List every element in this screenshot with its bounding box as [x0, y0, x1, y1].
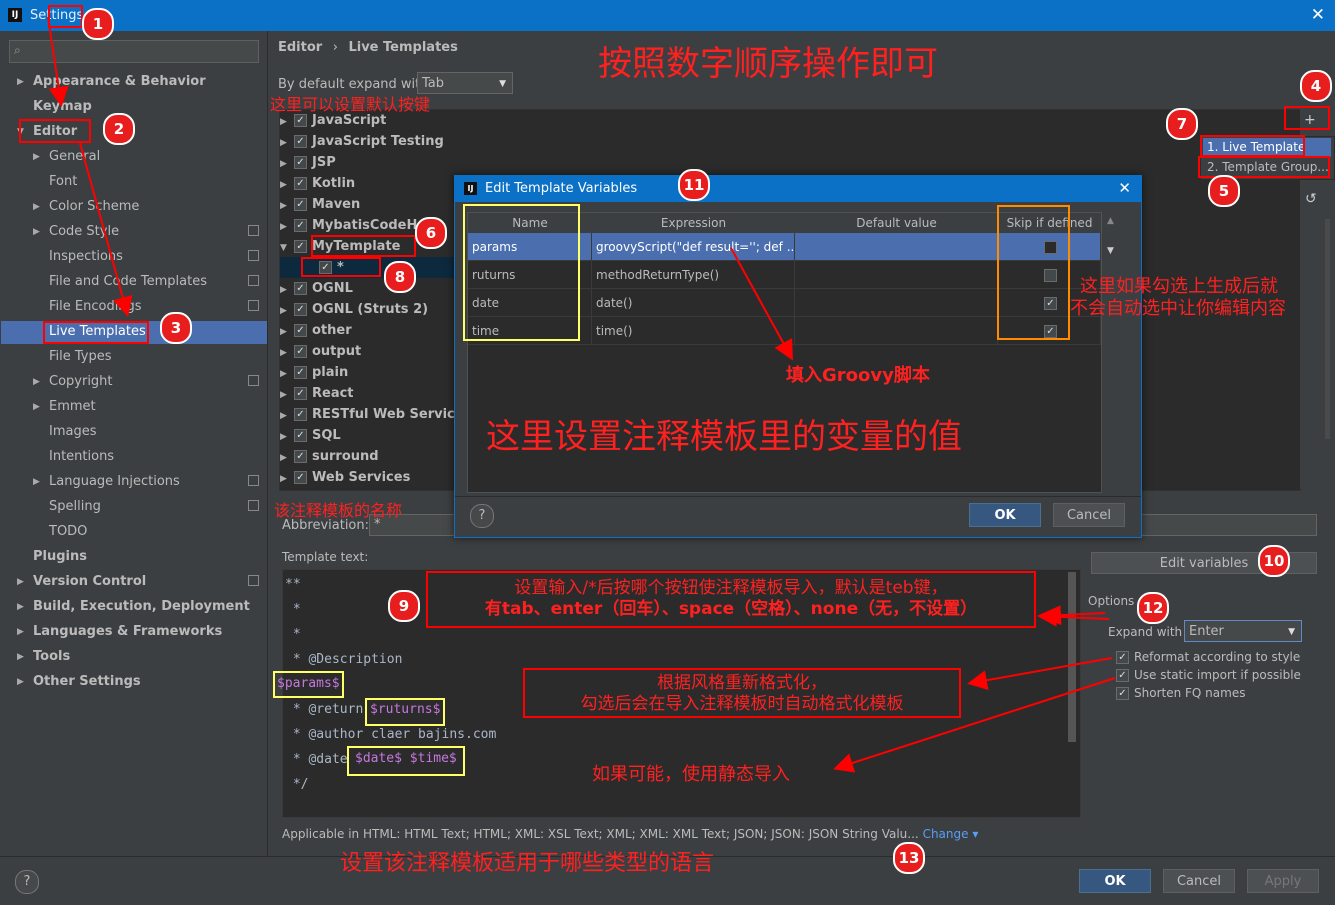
- reformat-callout: 根据风格重新格式化， 勾选后会在导入注释模板时自动格式化模板: [523, 668, 961, 718]
- step-badge-9: 9: [388, 590, 420, 622]
- default-key-annotation: 这里可以设置默认按键: [270, 95, 431, 114]
- step-badge-5: 5: [1208, 175, 1240, 207]
- arrow-expand: [1041, 605, 1106, 626]
- highlight-skip-column: [997, 205, 1070, 340]
- step-badge-2: 2: [103, 113, 135, 145]
- skip-annotation-2: 不会自动选中让你编辑内容: [1070, 298, 1286, 319]
- step-badge-1: 1: [82, 8, 114, 40]
- expand-callout-line-2: 有tab、enter（回车）、space（空格）、none（无，不设置）: [484, 599, 978, 619]
- highlight-add-button: [1284, 106, 1330, 130]
- step-badge-8: 8: [384, 261, 416, 293]
- highlight-live-template-item: [1200, 135, 1305, 157]
- arrow-reformat: [967, 657, 1113, 691]
- highlight-editor: [19, 119, 91, 143]
- step-badge-12: 12: [1137, 592, 1169, 624]
- template-name-annotation: 该注释模板的名称: [274, 501, 403, 520]
- groovy-annotation: 填入Groovy脚本: [786, 365, 930, 386]
- reformat-callout-line-1: 根据风格重新格式化，: [657, 673, 827, 693]
- highlight-name-column: [463, 204, 580, 341]
- expand-callout-line-1: 设置输入/*后按哪个按钮使注释模板导入，默认是teb键，: [514, 578, 948, 598]
- arrow-expand-2: [1037, 606, 1110, 627]
- language-annotation: 设置该注释模板适用于哪些类型的语言: [340, 851, 715, 876]
- step-badge-11: 11: [678, 169, 710, 201]
- step-badge-3: 3: [160, 312, 192, 344]
- step-badge-6: 6: [415, 217, 447, 249]
- arrow-2: [79, 142, 133, 317]
- step-badge-13: 13: [893, 842, 925, 874]
- highlight-settings: [48, 5, 83, 28]
- highlight-mytemplate: [311, 235, 416, 257]
- arrow-1: [47, 16, 69, 107]
- step-badge-7: 7: [1166, 108, 1198, 140]
- expand-key-callout: 设置输入/*后按哪个按钮使注释模板导入，默认是teb键， 有tab、enter（…: [426, 571, 1036, 628]
- arrow-groovy: [730, 247, 793, 361]
- step-badge-4: 4: [1300, 70, 1332, 102]
- highlight-live-templates: [43, 321, 149, 344]
- static-import-annotation: 如果可能，使用静态导入: [592, 764, 790, 785]
- step-badge-10: 10: [1258, 545, 1290, 577]
- variables-annotation: 这里设置注释模板里的变量的值: [486, 417, 962, 457]
- headline-annotation: 按照数字顺序操作即可: [598, 44, 938, 84]
- reformat-callout-line-2: 勾选后会在导入注释模板时自动格式化模板: [580, 694, 904, 714]
- highlight-star-template: [301, 257, 381, 277]
